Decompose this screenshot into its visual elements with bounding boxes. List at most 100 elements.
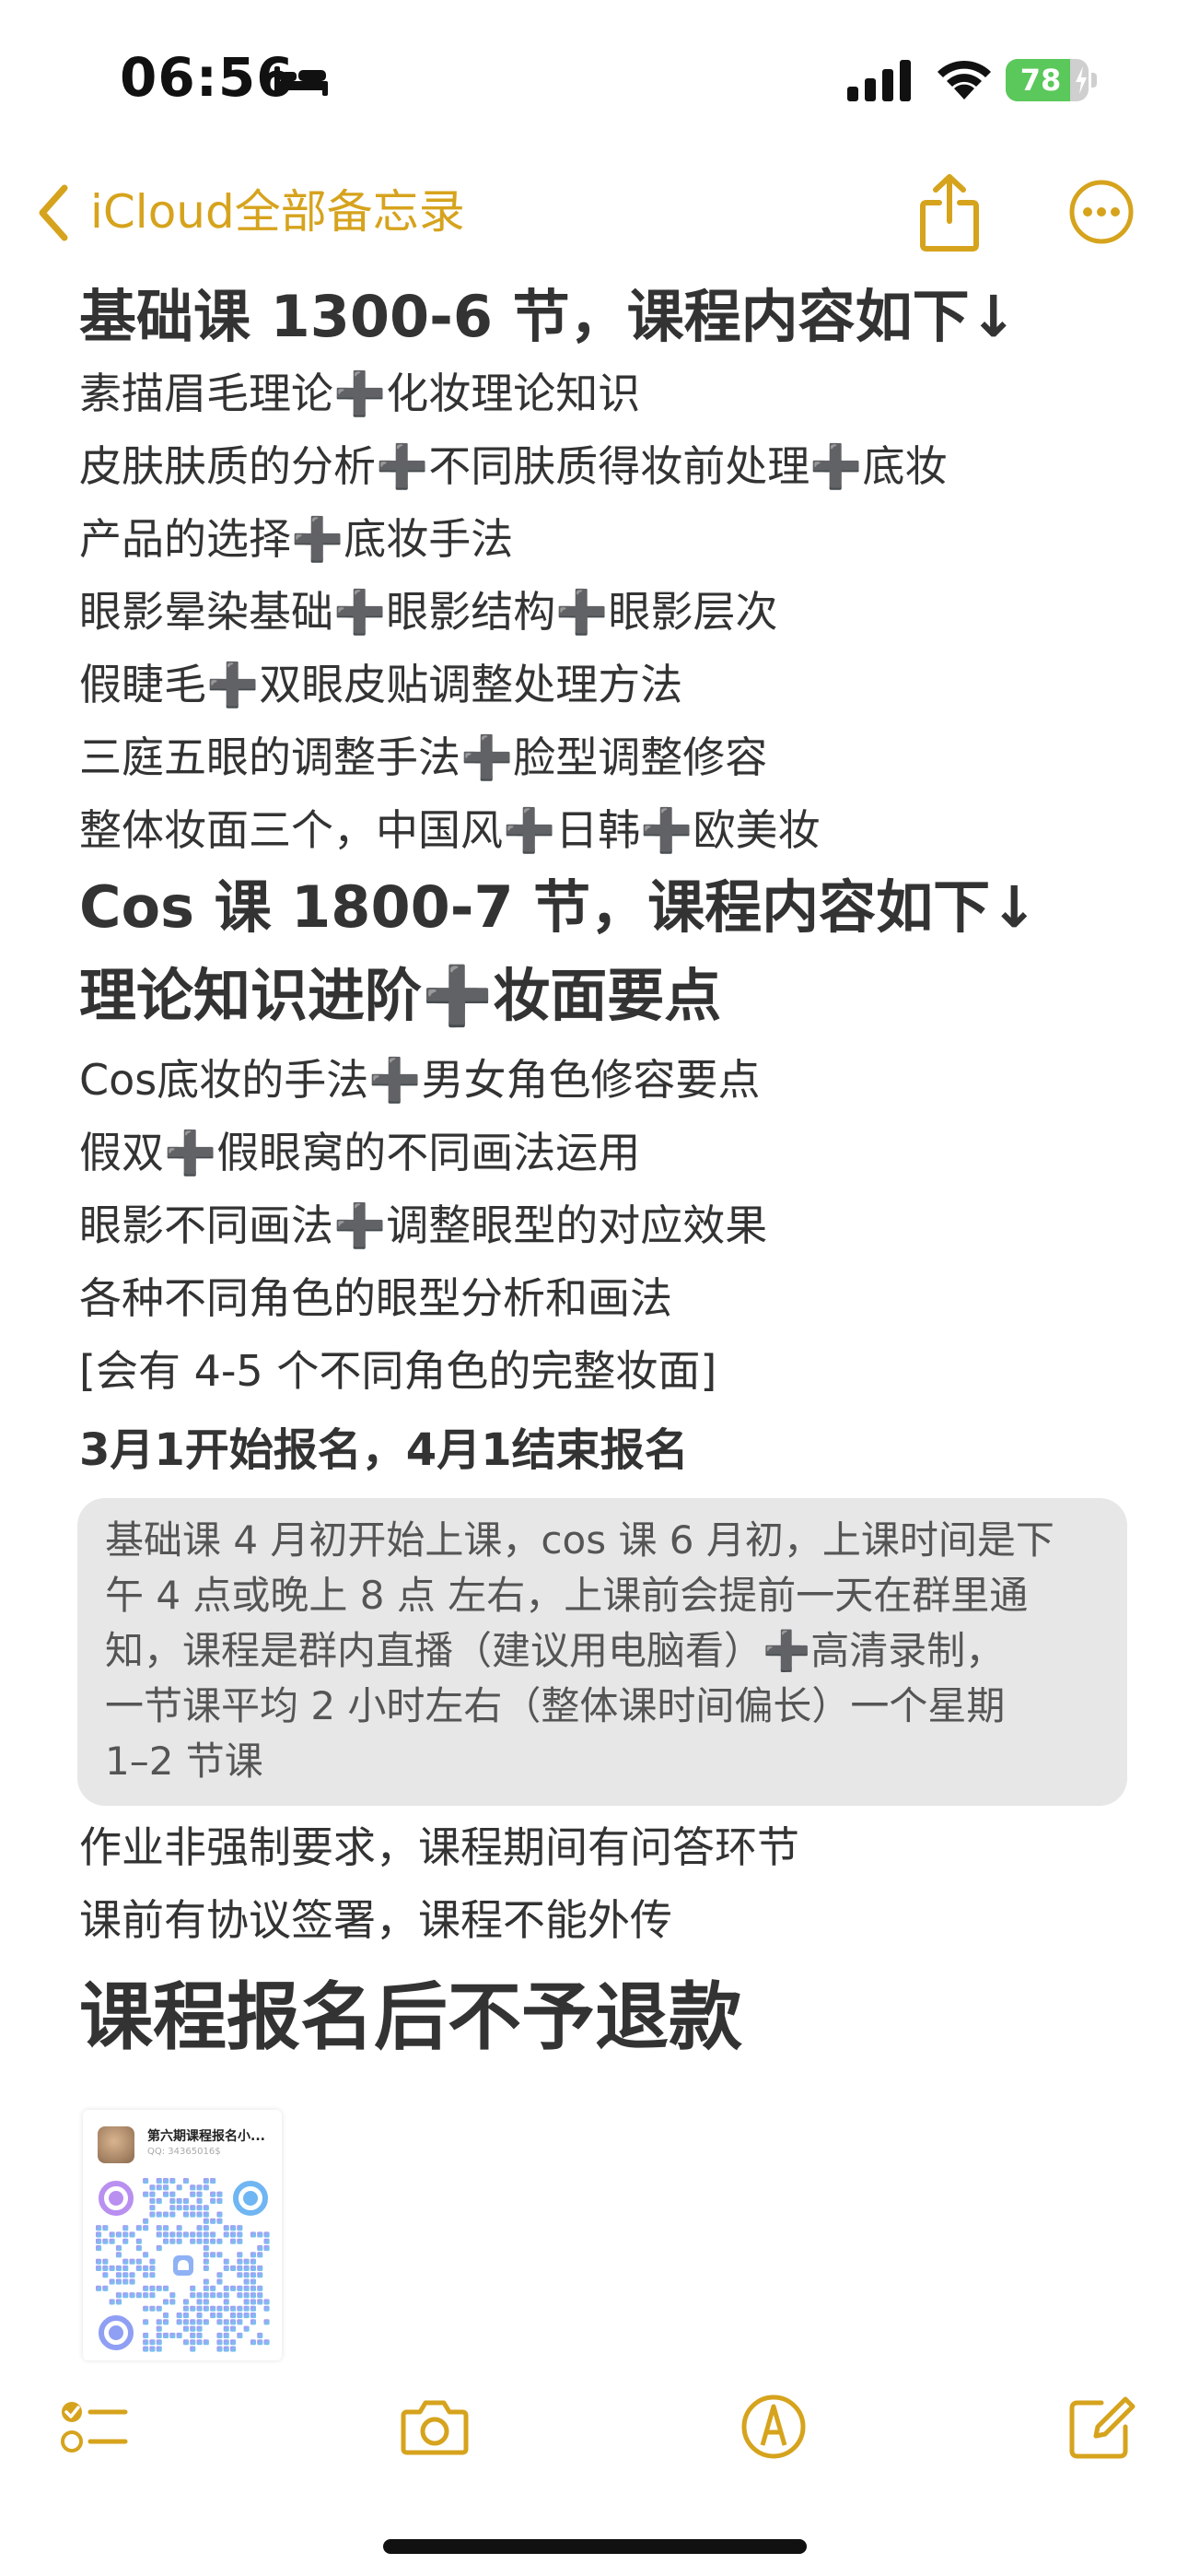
qr-module <box>250 2285 256 2291</box>
qr-module <box>216 2218 223 2224</box>
compose-icon[interactable] <box>1065 2390 1138 2464</box>
qr-module <box>115 2245 122 2252</box>
qr-module <box>203 2205 209 2211</box>
qr-module <box>135 2225 142 2231</box>
qr-group-title: 第六期课程报名小... <box>147 2129 265 2144</box>
note-line: 皮肤肤质的分析➕不同肤质得妆前处理➕底妆 <box>79 441 948 491</box>
note-line: 课前有协议签署，课程不能外传 <box>79 1895 672 1945</box>
markup-pen-icon[interactable] <box>737 2390 810 2464</box>
qr-module <box>169 2178 176 2184</box>
qr-module <box>263 2238 270 2244</box>
qr-module <box>223 2258 229 2265</box>
qr-group-id: QQ: 34365016$ <box>147 2147 221 2157</box>
qr-module <box>230 2265 237 2271</box>
share-icon[interactable] <box>917 173 982 252</box>
qr-module <box>190 2231 196 2238</box>
qr-module <box>96 2285 102 2291</box>
qr-module <box>190 2292 196 2299</box>
qr-module <box>109 2238 115 2244</box>
back-button[interactable]: iCloud全部备忘录 <box>90 182 465 241</box>
qr-module <box>163 2191 169 2197</box>
qr-module <box>210 2178 216 2184</box>
qr-module <box>169 2231 176 2238</box>
qr-module <box>115 2252 122 2258</box>
qr-module <box>223 2305 229 2312</box>
qr-module <box>156 2211 162 2218</box>
qr-module <box>243 2313 250 2319</box>
qr-module <box>102 2272 109 2278</box>
qr-module <box>257 2292 263 2299</box>
qr-module <box>129 2258 135 2265</box>
schedule-line: 基础课 4 月初开始上课，cos 课 6 月初，上课时间是下 <box>105 1517 1054 1563</box>
qr-module <box>216 2197 223 2204</box>
qr-module <box>237 2313 243 2319</box>
qr-module <box>196 2319 203 2325</box>
qr-module <box>210 2252 216 2258</box>
qr-module <box>196 2339 203 2346</box>
qr-module <box>149 2205 156 2211</box>
qr-module <box>156 2325 162 2332</box>
qr-module <box>196 2313 203 2319</box>
qr-module <box>210 2231 216 2238</box>
qr-code-image[interactable]: 第六期课程报名小... QQ: 34365016$ <box>83 2110 282 2360</box>
qr-module <box>149 2272 156 2278</box>
qr-module <box>243 2258 250 2265</box>
qr-module <box>149 2285 156 2291</box>
qr-module <box>122 2238 129 2244</box>
qr-module <box>203 2258 209 2265</box>
qr-module <box>176 2205 182 2211</box>
qr-module <box>223 2231 229 2238</box>
qr-module <box>216 2313 223 2319</box>
qr-module <box>196 2184 203 2191</box>
status-time: 06:56 <box>120 46 295 109</box>
qr-module <box>203 2231 209 2238</box>
qr-module <box>243 2292 250 2299</box>
note-body[interactable]: 基础课 1300-6 节，课程内容如下↓ 素描眉毛理论➕化妆理论知识 皮肤肤质的… <box>77 276 1138 2073</box>
qr-module <box>190 2285 196 2291</box>
charging-bolt-icon <box>1076 66 1087 94</box>
camera-icon[interactable] <box>398 2390 472 2464</box>
qr-module <box>163 2211 169 2218</box>
qr-module <box>250 2272 256 2278</box>
qr-module <box>230 2285 237 2291</box>
qr-module <box>156 2178 162 2184</box>
qr-module <box>203 2299 209 2305</box>
qr-module <box>250 2305 256 2312</box>
checklist-icon[interactable] <box>57 2390 131 2464</box>
qr-module <box>196 2238 203 2244</box>
qr-module <box>149 2305 156 2312</box>
qr-module <box>149 2184 156 2191</box>
qr-module <box>237 2319 243 2325</box>
note-line: 产品的选择➕底妆手法 <box>79 514 514 564</box>
qr-module <box>96 2231 102 2238</box>
qr-module <box>223 2339 229 2346</box>
qr-module <box>149 2211 156 2218</box>
note-line: [会有 4-5 个不同角色的完整妆面] <box>79 1346 717 1396</box>
qr-module <box>250 2299 256 2305</box>
qr-module <box>250 2231 256 2238</box>
qr-module <box>237 2252 243 2258</box>
qr-module <box>102 2258 109 2265</box>
chevron-left-icon[interactable] <box>35 182 72 243</box>
qr-module <box>210 2218 216 2224</box>
qr-module <box>203 2211 209 2218</box>
bottom-toolbar <box>0 2377 1188 2478</box>
qr-module <box>163 2313 169 2319</box>
qr-module <box>143 2285 149 2291</box>
qr-module <box>122 2278 129 2285</box>
schedule-line: 一节课平均 2 小时左右（整体课时间偏长）一个星期 <box>105 1683 1006 1728</box>
qr-module <box>163 2178 169 2184</box>
qr-module <box>156 2319 162 2325</box>
qr-module <box>203 2238 209 2244</box>
qr-module <box>216 2211 223 2218</box>
qr-module <box>203 2218 209 2224</box>
qr-module <box>196 2197 203 2204</box>
qr-module <box>196 2292 203 2299</box>
qr-module <box>190 2319 196 2325</box>
more-ellipsis-icon[interactable] <box>1068 179 1135 245</box>
qr-module <box>182 2305 189 2312</box>
nav-bar: iCloud全部备忘录 <box>0 166 1188 267</box>
qr-module <box>216 2292 223 2299</box>
qr-module <box>96 2238 102 2244</box>
qr-module <box>96 2265 102 2271</box>
